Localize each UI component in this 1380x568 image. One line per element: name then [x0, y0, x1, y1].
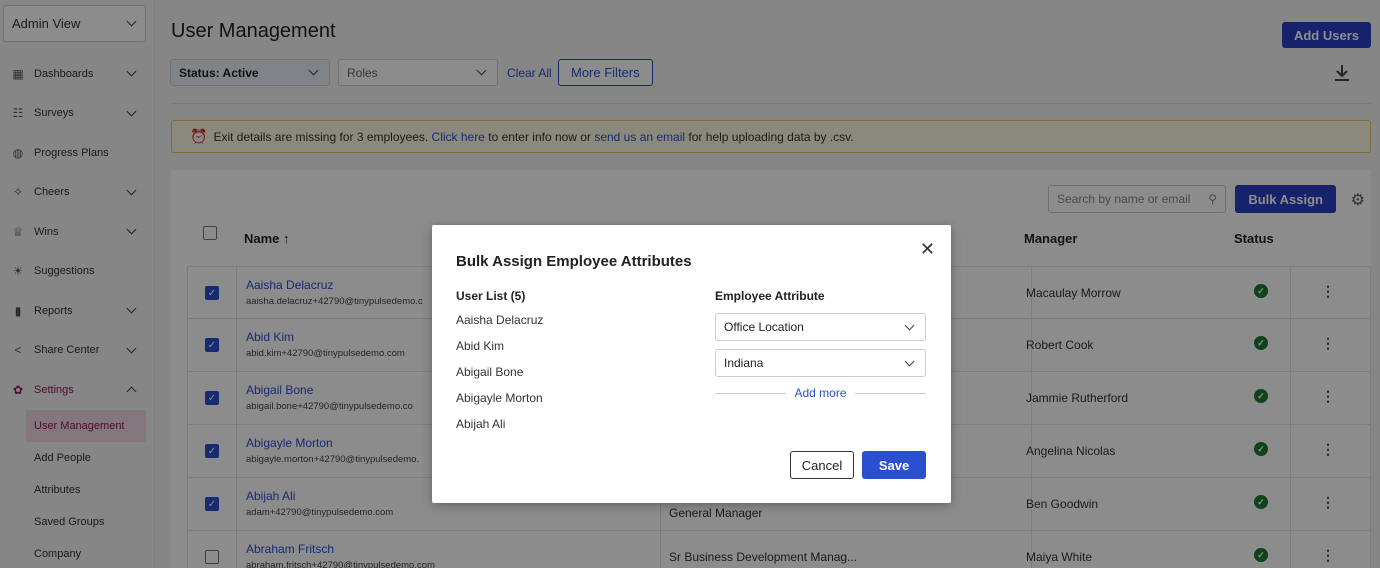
user-list: Aaisha Delacruz Abid Kim Abigail Bone Ab…: [456, 313, 543, 443]
list-item: Abigayle Morton: [456, 391, 543, 405]
attribute-value-select[interactable]: Indiana: [715, 349, 926, 377]
list-item: Abid Kim: [456, 339, 505, 353]
list-item: Aaisha Delacruz: [456, 313, 544, 327]
add-more-row: Add more: [715, 386, 926, 400]
add-more-link[interactable]: Add more: [786, 386, 854, 400]
divider: [854, 392, 926, 394]
attribute-select-value: Office Location: [724, 320, 804, 334]
list-item: Abijah Ali: [456, 417, 506, 431]
chevron-down-icon: [904, 320, 915, 330]
close-icon[interactable]: ✕: [920, 239, 935, 260]
bulk-assign-modal: Bulk Assign Employee Attributes ✕ User L…: [432, 225, 951, 503]
modal-title: Bulk Assign Employee Attributes: [456, 253, 692, 270]
cancel-button[interactable]: Cancel: [790, 451, 854, 479]
list-item: Abigail Bone: [456, 365, 524, 379]
save-button[interactable]: Save: [862, 451, 926, 479]
attribute-select[interactable]: Office Location: [715, 313, 926, 341]
user-list-heading: User List (5): [456, 289, 526, 303]
divider: [715, 392, 787, 394]
attribute-value-select-value: Indiana: [724, 356, 764, 370]
chevron-down-icon: [904, 356, 915, 366]
employee-attribute-heading: Employee Attribute: [715, 289, 825, 303]
